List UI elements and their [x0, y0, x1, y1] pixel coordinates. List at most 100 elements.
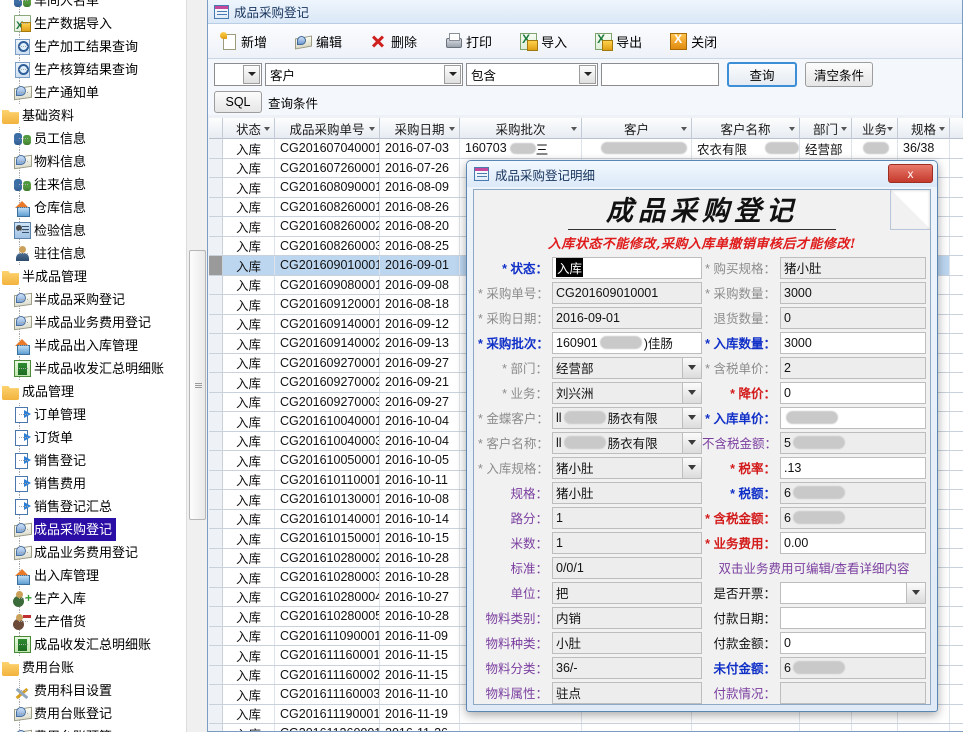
- chevron-down-icon[interactable]: [681, 127, 687, 131]
- row-handle[interactable]: [209, 275, 223, 294]
- field-value[interactable]: [780, 581, 926, 604]
- chevron-down-icon[interactable]: [841, 127, 847, 131]
- sidebar-item-19[interactable]: 订货单: [0, 426, 186, 449]
- row-handle[interactable]: [209, 724, 223, 731]
- chevron-down-icon[interactable]: [264, 127, 270, 131]
- sidebar-item-26[interactable]: 生产入库: [0, 587, 186, 610]
- sidebar-item-9[interactable]: 仓库信息: [0, 196, 186, 219]
- field-value[interactable]: 160901)佳肠: [552, 331, 702, 354]
- row-handle[interactable]: [209, 158, 223, 177]
- sql-button[interactable]: SQL: [214, 91, 262, 113]
- chevron-down-icon[interactable]: [444, 64, 461, 84]
- chevron-down-icon[interactable]: [571, 127, 577, 131]
- sidebar-item-3[interactable]: 生产核算结果查询: [0, 58, 186, 81]
- field-value[interactable]: [780, 406, 926, 429]
- chevron-down-icon[interactable]: [243, 64, 260, 84]
- row-handle[interactable]: [209, 665, 223, 684]
- chevron-down-icon[interactable]: [939, 127, 945, 131]
- query-clear-button[interactable]: 清空条件: [805, 61, 873, 87]
- row-handle[interactable]: [209, 373, 223, 392]
- sidebar-item-6[interactable]: 员工信息: [0, 127, 186, 150]
- row-handle[interactable]: [209, 470, 223, 489]
- sidebar-item-18[interactable]: 订单管理: [0, 403, 186, 426]
- sidebar-item-16[interactable]: 半成品收发汇总明细账: [0, 357, 186, 380]
- row-handle[interactable]: [209, 646, 223, 665]
- field-value[interactable]: 0: [780, 381, 926, 404]
- sidebar-item-15[interactable]: 半成品出入库管理: [0, 334, 186, 357]
- query-operator-select[interactable]: 包含: [466, 62, 598, 86]
- chevron-down-icon[interactable]: [682, 457, 701, 478]
- sidebar-item-11[interactable]: 驻往信息: [0, 242, 186, 265]
- field-value[interactable]: 0: [780, 631, 926, 654]
- row-handle[interactable]: [209, 451, 223, 470]
- row-handle[interactable]: [209, 392, 223, 411]
- chevron-down-icon[interactable]: [682, 432, 701, 453]
- sidebar-item-32[interactable]: 费用台账预算: [0, 725, 186, 732]
- sidebar-item-10[interactable]: 检验信息: [0, 219, 186, 242]
- sidebar-item-2[interactable]: 生产加工结果查询: [0, 35, 186, 58]
- sidebar-item-27[interactable]: 生产借货: [0, 610, 186, 633]
- row-handle[interactable]: [209, 236, 223, 255]
- toolbar-button-2[interactable]: 删除: [366, 27, 427, 55]
- row-handle[interactable]: [209, 353, 223, 372]
- row-handle[interactable]: [209, 568, 223, 587]
- chevron-down-icon[interactable]: [906, 582, 925, 603]
- sidebar-item-21[interactable]: 销售费用: [0, 472, 186, 495]
- grid-column-header-5[interactable]: 客户名称: [692, 118, 800, 139]
- row-handle[interactable]: [209, 529, 223, 548]
- query-search-button[interactable]: 查询: [727, 61, 797, 87]
- field-value[interactable]: 3000: [780, 331, 926, 354]
- sidebar-item-7[interactable]: 物料信息: [0, 150, 186, 173]
- sidebar-item-1[interactable]: 生产数据导入: [0, 12, 186, 38]
- grid-column-header-8[interactable]: 规格: [898, 118, 950, 139]
- sidebar-item-17[interactable]: 成品管理: [0, 380, 186, 403]
- field-value[interactable]: 0.00: [780, 531, 926, 554]
- row-handle[interactable]: [209, 256, 223, 275]
- row-handle[interactable]: [209, 295, 223, 314]
- chevron-down-icon[interactable]: [682, 357, 701, 378]
- toolbar-button-0[interactable]: 新增: [216, 27, 277, 55]
- row-handle[interactable]: [209, 334, 223, 353]
- row-handle[interactable]: [209, 197, 223, 216]
- sidebar-item-5[interactable]: 基础资料: [0, 104, 186, 127]
- chevron-down-icon[interactable]: [579, 64, 596, 84]
- row-handle[interactable]: [209, 685, 223, 704]
- toolbar-button-4[interactable]: 导入: [516, 27, 577, 55]
- sidebar-item-13[interactable]: 半成品采购登记: [0, 288, 186, 311]
- close-icon[interactable]: x: [888, 164, 933, 183]
- toolbar-button-1[interactable]: 编辑: [291, 27, 352, 55]
- toolbar-button-6[interactable]: 关闭: [666, 27, 727, 55]
- sidebar-item-4[interactable]: 生产通知单: [0, 81, 186, 104]
- row-handle[interactable]: [209, 178, 223, 197]
- row-handle[interactable]: [209, 626, 223, 645]
- sidebar-item-30[interactable]: 费用科目设置: [0, 679, 186, 702]
- query-keyword-input[interactable]: [601, 62, 719, 86]
- sidebar-tree[interactable]: 车间人名单生产数据导入生产加工结果查询生产核算结果查询生产通知单基础资料员工信息…: [0, 0, 186, 732]
- grid-column-header-2[interactable]: 采购日期: [380, 118, 460, 139]
- table-row[interactable]: 入库 CG201607040001 2016-07-03 160703 三 农衣有限 经营部…: [209, 139, 963, 159]
- toolbar-button-5[interactable]: 导出: [591, 27, 652, 55]
- chevron-down-icon[interactable]: [887, 127, 893, 131]
- field-value[interactable]: [780, 606, 926, 629]
- row-handle[interactable]: [209, 412, 223, 431]
- chevron-down-icon[interactable]: [682, 382, 701, 403]
- row-handle[interactable]: [209, 314, 223, 333]
- chevron-down-icon[interactable]: [682, 407, 701, 428]
- sidebar-item-31[interactable]: 费用台账登记: [0, 702, 186, 725]
- grid-column-header-6[interactable]: 部门: [800, 118, 852, 139]
- grid-column-header-3[interactable]: 采购批次: [460, 118, 582, 139]
- sidebar-item-23[interactable]: 成品采购登记: [0, 518, 186, 541]
- sidebar-item-29[interactable]: 费用台账: [0, 656, 186, 679]
- sidebar-scrollbar[interactable]: [186, 0, 207, 732]
- sidebar-scrollbar-thumb[interactable]: [189, 250, 206, 520]
- sidebar-item-25[interactable]: 出入库管理: [0, 564, 186, 587]
- grid-column-header-1[interactable]: 成品采购单号: [275, 118, 380, 139]
- row-handle[interactable]: [209, 490, 223, 509]
- query-logic-select[interactable]: [214, 62, 262, 86]
- sidebar-item-22[interactable]: 销售登记汇总: [0, 495, 186, 518]
- row-handle[interactable]: [209, 607, 223, 626]
- query-field-select[interactable]: 客户: [265, 62, 463, 86]
- chevron-down-icon[interactable]: [369, 127, 375, 131]
- row-handle[interactable]: [209, 587, 223, 606]
- chevron-down-icon[interactable]: [789, 127, 795, 131]
